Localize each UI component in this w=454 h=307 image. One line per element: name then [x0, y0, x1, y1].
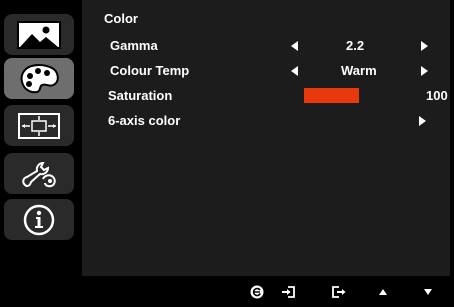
tab-color[interactable]: [4, 58, 74, 99]
saturation-fill: [304, 88, 359, 103]
six-axis-color-label: 6-axis color: [108, 113, 181, 128]
settings-wrench-icon: [19, 157, 59, 191]
reset-icon[interactable]: [249, 284, 265, 300]
gamma-decrease-arrow-icon[interactable]: [291, 41, 298, 51]
input-icon[interactable]: [280, 284, 296, 300]
gamma-value[interactable]: 2.2: [346, 38, 364, 54]
color-palette-icon: [17, 62, 61, 96]
colour-temp-increase-arrow-icon[interactable]: [421, 66, 428, 76]
tab-osd-position[interactable]: [4, 105, 74, 146]
key-hint-bar: [82, 276, 454, 307]
colour-temp-value[interactable]: Warm: [341, 63, 377, 79]
gamma-label: Gamma: [110, 38, 158, 53]
saturation-label: Saturation: [108, 88, 173, 103]
picture-icon: [16, 20, 62, 50]
saturation-slider[interactable]: [304, 88, 359, 103]
down-arrow-icon[interactable]: [420, 284, 436, 300]
exit-icon[interactable]: [331, 284, 347, 300]
osd-position-icon: [17, 112, 61, 140]
tab-information[interactable]: [4, 199, 74, 240]
colour-temp-label: Colour Temp: [110, 63, 190, 78]
up-arrow-icon[interactable]: [375, 284, 391, 300]
tab-picture[interactable]: [4, 14, 74, 55]
osd-menu: Color Gamma 2.2 Colour Temp Warm Saturat…: [0, 0, 454, 307]
information-icon: [21, 203, 57, 237]
gamma-increase-arrow-icon[interactable]: [421, 41, 428, 51]
colour-temp-decrease-arrow-icon[interactable]: [291, 66, 298, 76]
page-title: Color: [104, 11, 138, 26]
six-axis-color-enter-arrow-icon[interactable]: [419, 116, 426, 126]
tab-settings[interactable]: [4, 153, 74, 194]
sidebar: [0, 0, 80, 307]
saturation-value: 100: [426, 88, 448, 103]
